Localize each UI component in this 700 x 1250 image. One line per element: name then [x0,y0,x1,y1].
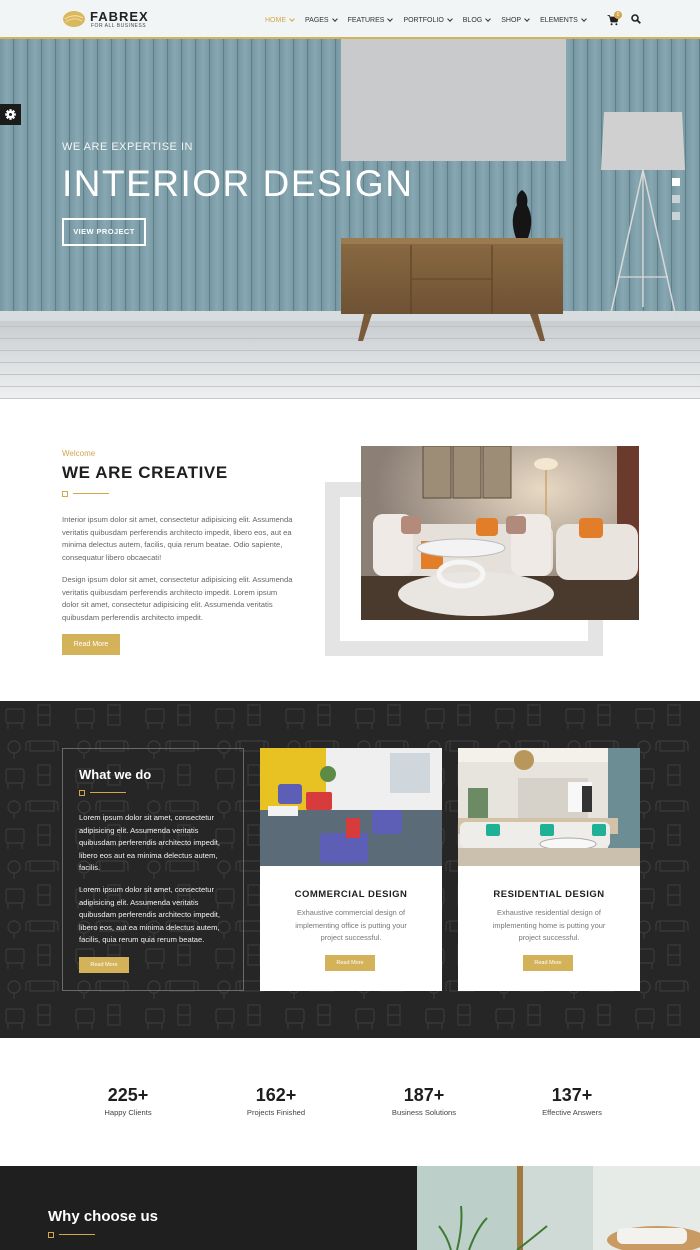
stat-label: Happy Clients [104,1108,152,1117]
site-header: FABREX FOR ALL BUSINESS HOME PAGES FEATU… [0,0,700,39]
nav-item-home[interactable]: HOME [265,14,295,26]
living-room-image [361,446,639,620]
hero-slider: WE ARE EXPERTISE IN INTERIOR DESIGN VIEW… [0,39,700,399]
commercial-card-description: Exhaustive commercial design of implemen… [295,908,407,942]
cart-count-badge: 0 [614,11,622,19]
gear-icon [5,109,16,120]
stat-happy-clients: 225+ Happy Clients [63,1085,193,1117]
nav-item-pages[interactable]: PAGES [305,14,338,26]
stat-value: 162+ [255,1085,297,1105]
chevron-down-icon [331,15,338,22]
view-project-button[interactable]: VIEW PROJECT [62,218,146,246]
nav-item-elements[interactable]: ELEMENTS [540,14,587,26]
what-we-do-read-more-button[interactable]: Read More [79,957,129,973]
residential-card-description: Exhaustive residential design of impleme… [492,908,606,942]
chevron-down-icon [485,15,492,22]
about-read-more-button[interactable]: Read More [62,634,120,655]
residential-design-image [458,748,640,866]
stat-value: 187+ [403,1085,445,1105]
nav-label: FEATURES [347,16,385,24]
nav-label: PORTFOLIO [403,16,444,24]
why-divider [48,1232,96,1238]
nav-item-features[interactable]: FEATURES [347,14,394,26]
nav-label: HOME [265,16,286,24]
slider-pagination [672,178,680,222]
why-choose-us-section: Why choose us [0,1166,700,1250]
about-paragraph-2: Design ipsum dolor sit amet, consectetur… [62,575,293,622]
search-icon[interactable] [631,14,641,24]
why-choose-us-title: Why choose us [48,1208,159,1225]
nav-item-portfolio[interactable]: PORTFOLIO [403,14,453,26]
logo-mark-icon [63,11,85,27]
what-we-do-title: What we do [79,767,152,782]
slider-dot-2[interactable] [672,195,680,203]
brand-name: FABREX [90,9,149,24]
nav-label: BLOG [462,16,483,24]
stat-value: 137+ [551,1085,593,1105]
about-divider [62,491,110,497]
stat-value: 225+ [107,1085,149,1105]
hero-subtitle: WE ARE EXPERTISE IN [62,141,193,153]
chevron-down-icon [387,15,394,22]
chevron-down-icon [580,15,587,22]
brand-tagline: FOR ALL BUSINESS [91,23,147,29]
hero-title: INTERIOR DESIGN [62,163,414,204]
nav-item-blog[interactable]: BLOG [462,14,492,26]
stat-effective-answers: 137+ Effective Answers [507,1085,637,1117]
residential-read-more-button[interactable]: Read More [523,955,573,971]
chevron-down-icon [289,15,295,22]
nav-item-shop[interactable]: SHOP [501,14,530,26]
nav-label: SHOP [501,16,522,24]
commercial-card-title: COMMERCIAL DESIGN [294,889,408,900]
services-section: What we do Lorem ipsum dolor sit amet, c… [0,701,700,1038]
service-card-commercial: COMMERCIAL DESIGN Exhaustive commercial … [260,748,442,991]
slider-dot-1[interactable] [672,178,680,186]
about-title: WE ARE CREATIVE [62,463,228,482]
stat-projects-finished: 162+ Projects Finished [211,1085,341,1117]
what-we-do-paragraph-2: Lorem ipsum dolor sit amet, consectetur … [79,885,220,944]
about-paragraph-1: Interior ipsum dolor sit amet, consectet… [62,515,293,562]
commercial-read-more-button[interactable]: Read More [325,955,375,971]
about-eyebrow: Welcome [62,449,96,458]
slider-dot-3[interactable] [672,212,680,220]
chevron-down-icon [524,15,530,22]
settings-toggle[interactable] [0,104,21,125]
service-card-residential: RESIDENTIAL DESIGN Exhaustive residentia… [458,748,640,991]
stat-label: Effective Answers [542,1108,602,1117]
stat-label: Business Solutions [391,1108,457,1117]
stat-business-solutions: 187+ Business Solutions [359,1085,489,1117]
main-nav: HOME PAGES FEATURES PORTFOLIO BLOG SHOP … [265,14,597,26]
why-choose-us-image [417,1166,700,1250]
what-we-do-divider [79,790,127,796]
nav-label: PAGES [305,16,329,24]
what-we-do-paragraph-1: Lorem ipsum dolor sit amet, consectetur … [79,813,220,872]
stat-label: Projects Finished [246,1108,306,1117]
residential-card-title: RESIDENTIAL DESIGN [493,889,605,900]
logo[interactable]: FABREX FOR ALL BUSINESS [62,9,182,31]
chevron-down-icon [446,15,453,22]
commercial-design-image [260,748,442,866]
nav-label: ELEMENTS [540,16,578,24]
what-we-do-box: What we do Lorem ipsum dolor sit amet, c… [62,748,244,991]
